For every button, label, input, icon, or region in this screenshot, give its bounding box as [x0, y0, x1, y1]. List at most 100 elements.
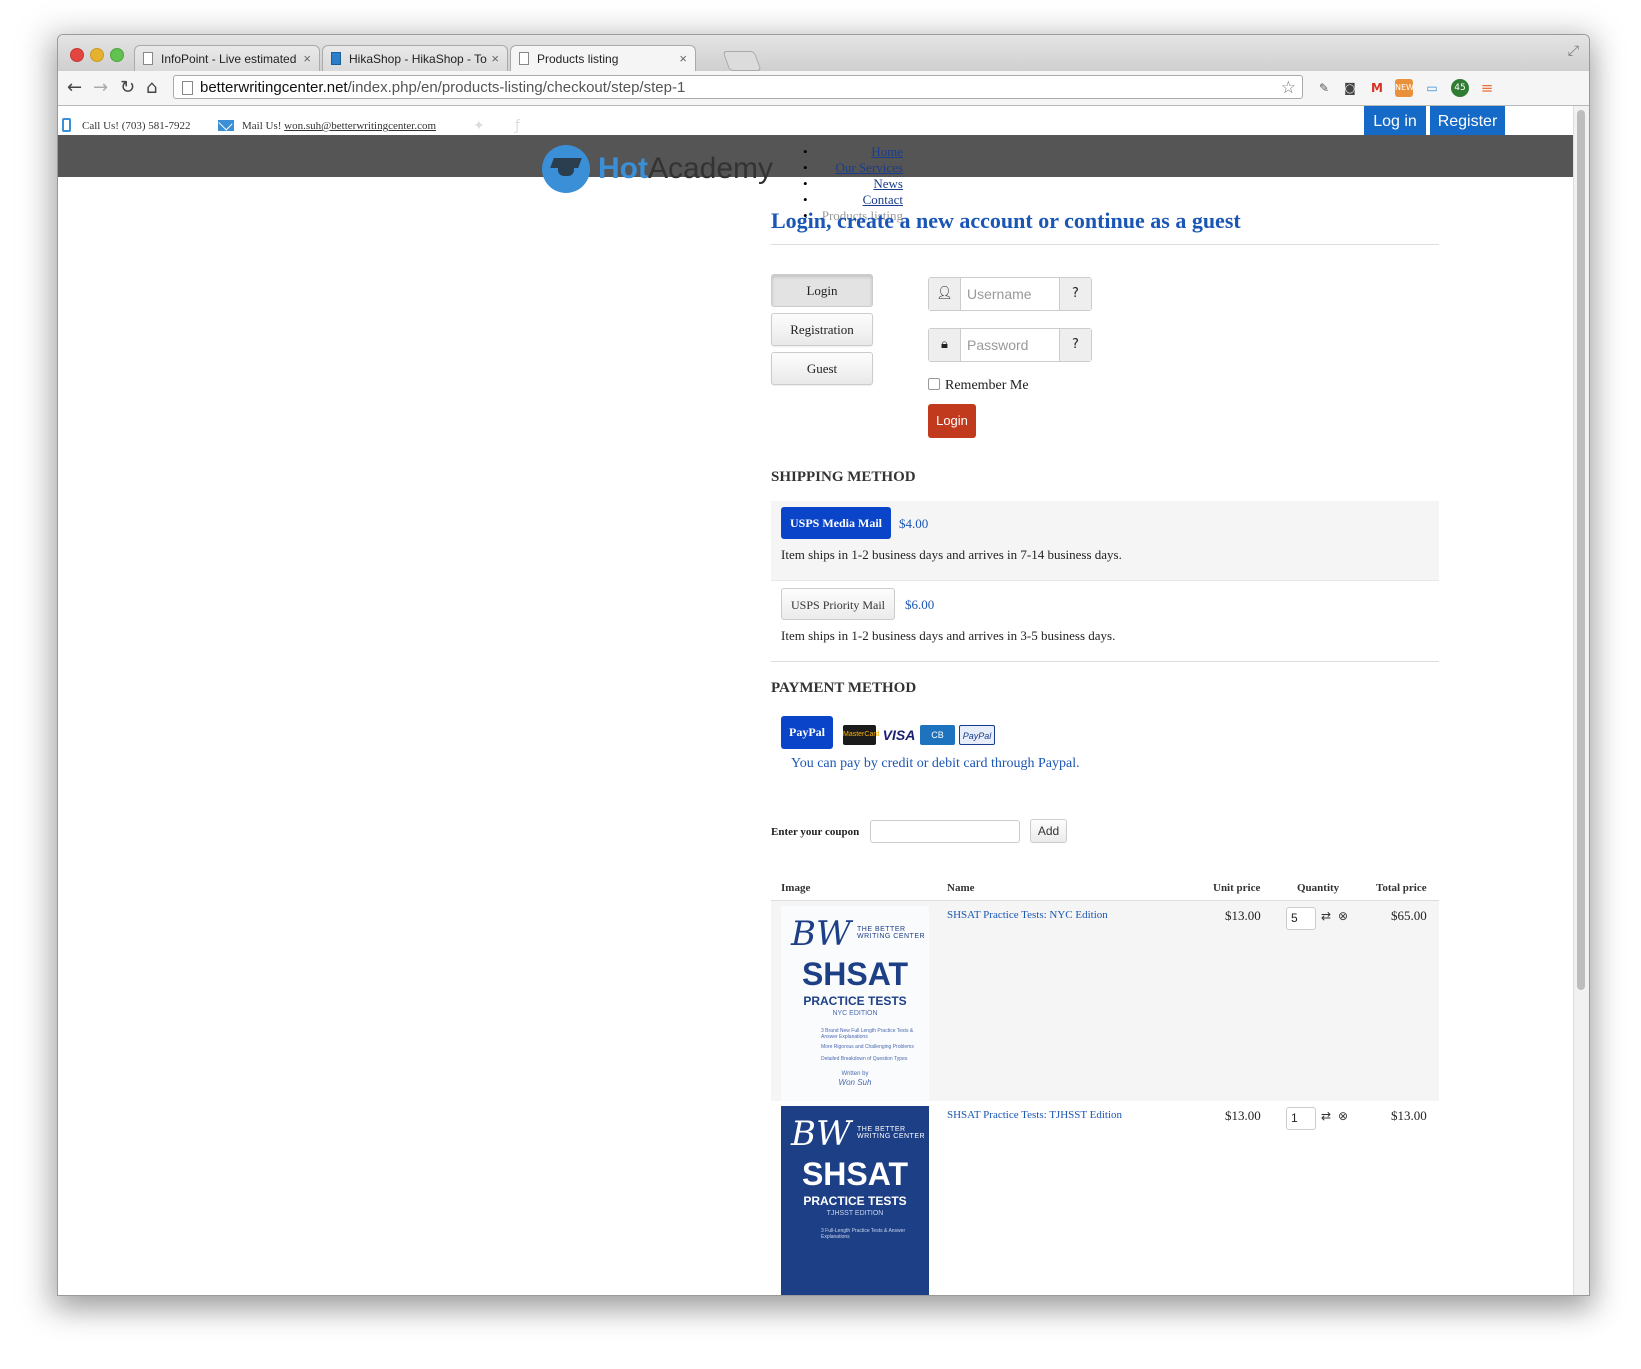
folder-extension-icon[interactable]: ▭ — [1423, 79, 1441, 97]
mail-link[interactable]: won.suh@betterwritingcenter.com — [284, 120, 436, 132]
coupon-input[interactable] — [870, 820, 1020, 843]
menu-icon[interactable]: ≡ — [1478, 79, 1496, 97]
fullscreen-icon[interactable]: ⤢ — [1568, 43, 1579, 59]
camera-extension-icon[interactable]: ◙ — [1341, 79, 1359, 97]
twitter-icon[interactable]: ✦ — [473, 118, 485, 134]
product-name-link[interactable]: SHSAT Practice Tests: TJHSST Edition — [947, 1109, 1122, 1121]
nav-item-news[interactable]: News — [873, 176, 903, 191]
remove-icon[interactable]: ⊗ — [1338, 909, 1348, 923]
column-header-quantity: Quantity — [1297, 882, 1340, 894]
cover-author: Won Suh — [838, 1078, 872, 1087]
close-icon[interactable]: × — [679, 46, 687, 72]
help-icon[interactable]: ? — [1059, 278, 1091, 310]
facebook-icon[interactable]: ƒ — [515, 118, 520, 134]
submit-login-button[interactable]: Login — [928, 404, 976, 438]
page-icon — [519, 52, 529, 65]
reload-icon[interactable]: ↻ — [120, 77, 135, 98]
password-field[interactable]: 🔒︎ Password ? — [928, 328, 1092, 362]
bookmark-star-icon[interactable]: ☆ — [1281, 76, 1296, 100]
site-logo[interactable]: HotAcademy — [598, 152, 773, 186]
cover-subtitle: PRACTICE TESTS — [803, 1194, 907, 1208]
remember-checkbox[interactable] — [928, 378, 940, 390]
coupon-label: Enter your coupon — [771, 826, 860, 838]
cover-title: SHSAT — [801, 956, 909, 992]
mail-icon — [218, 120, 234, 131]
remember-label: Remember Me — [945, 378, 1029, 393]
browser-tab[interactable]: HikaShop - HikaShop - To × — [322, 45, 508, 71]
home-icon[interactable]: ⌂ — [146, 77, 157, 98]
browser-toolbar: ← → ↻ ⌂ betterwritingcenter.net/index.ph… — [58, 71, 1589, 106]
username-field[interactable]: 👤︎ Username ? — [928, 277, 1092, 311]
unit-price: $13.00 — [1225, 1108, 1261, 1123]
nav-item-home[interactable]: Home — [871, 144, 903, 159]
close-icon[interactable]: × — [303, 46, 311, 71]
shipping-heading: SHIPPING METHOD — [771, 469, 916, 485]
username-placeholder: Username — [967, 286, 1032, 302]
close-icon[interactable]: × — [491, 46, 499, 71]
payment-select-button[interactable]: PayPal — [781, 716, 833, 749]
cover-bullet: 3 Brand New Full Length Practice Tests &… — [821, 1028, 914, 1040]
refresh-icon[interactable]: ⇄ — [1321, 909, 1331, 923]
scrollbar-thumb[interactable] — [1577, 110, 1585, 990]
close-window-button[interactable] — [70, 48, 84, 62]
remember-me[interactable]: Remember Me — [928, 378, 1029, 394]
cover-bullet: 3 Full-Length Practice Tests & Answer Ex… — [821, 1228, 906, 1240]
row-total: $13.00 — [1391, 1108, 1427, 1123]
news-extension-icon[interactable]: NEW — [1395, 79, 1414, 97]
tab-login[interactable]: Login — [771, 274, 873, 307]
back-icon[interactable]: ← — [67, 77, 82, 98]
phone-icon — [62, 118, 71, 132]
cover-brand: THE BETTER WRITING CENTER — [857, 1126, 926, 1140]
remove-icon[interactable]: ⊗ — [1338, 1109, 1348, 1123]
minimize-window-button[interactable] — [90, 48, 104, 62]
browser-tab-active[interactable]: Products listing × — [510, 45, 696, 72]
tab-registration[interactable]: Registration — [771, 313, 873, 346]
new-tab-button[interactable] — [722, 51, 762, 71]
user-icon: 👤︎ — [929, 278, 961, 310]
zoom-window-button[interactable] — [110, 48, 124, 62]
register-button[interactable]: Register — [1430, 106, 1505, 135]
cover-edition: TJHSST EDITION — [826, 1210, 884, 1217]
cover-title: SHSAT — [801, 1156, 909, 1192]
table-row: BW THE BETTER WRITING CENTER SHSAT PRACT… — [771, 901, 1439, 1101]
payment-description: You can pay by credit or debit card thro… — [791, 756, 1080, 771]
counter-extension-icon[interactable]: 45 — [1451, 79, 1469, 97]
forward-icon[interactable]: → — [93, 77, 108, 98]
cover-brand: THE BETTER WRITING CENTER — [857, 926, 926, 940]
gmail-extension-icon[interactable]: M — [1368, 79, 1386, 97]
address-bar[interactable]: betterwritingcenter.net/index.php/en/pro… — [173, 75, 1303, 99]
shipping-select-button[interactable]: USPS Priority Mail — [781, 588, 896, 620]
tab-guest[interactable]: Guest — [771, 352, 873, 385]
refresh-icon[interactable]: ⇄ — [1321, 1109, 1331, 1123]
column-header-image: Image — [781, 882, 811, 894]
product-name-link[interactable]: SHSAT Practice Tests: NYC Edition — [947, 909, 1108, 921]
cover-bullet: More Rigorous and Challenging Problems — [821, 1044, 914, 1050]
shipping-select-button[interactable]: USPS Media Mail — [781, 507, 891, 539]
help-icon[interactable]: ? — [1059, 329, 1091, 361]
call-text: Call Us! (703) 581-7922 — [82, 120, 191, 132]
column-header-total: Total price — [1376, 882, 1427, 894]
cb-card-icon: CB — [920, 725, 955, 745]
login-button[interactable]: Log in — [1364, 106, 1426, 135]
quantity-input[interactable]: 1 — [1286, 1107, 1316, 1130]
product-image[interactable]: BW THE BETTER WRITING CENTER SHSAT PRACT… — [781, 906, 929, 1101]
mastercard-icon: MasterCard — [843, 725, 880, 745]
logo-academy: Academy — [647, 152, 774, 185]
row-total: $65.00 — [1391, 908, 1427, 923]
product-image[interactable]: BW THE BETTER WRITING CENTER SHSAT PRACT… — [781, 1106, 929, 1295]
nav-item-contact[interactable]: Contact — [863, 192, 903, 207]
hikashop-icon — [331, 52, 341, 65]
cover-subtitle: PRACTICE TESTS — [803, 994, 907, 1008]
nav-item-services[interactable]: Our Services — [835, 160, 903, 175]
shipping-option: USPS Media Mail $4.00 Item ships in 1-2 … — [771, 501, 1439, 581]
url-host: betterwritingcenter.net — [200, 79, 348, 96]
quantity-input[interactable]: 5 — [1286, 907, 1316, 930]
page-icon — [182, 81, 193, 95]
url-path: /index.php/en/products-listing/checkout/… — [347, 79, 686, 96]
tab-title: HikaShop - HikaShop - To — [349, 52, 487, 66]
eyedropper-extension-icon[interactable]: ✎ — [1315, 79, 1333, 97]
page-scrollbar[interactable] — [1573, 106, 1589, 1295]
cover-bullet: Detailed Breakdown of Question Types — [821, 1056, 908, 1062]
coupon-add-button[interactable]: Add — [1030, 819, 1067, 843]
browser-tab[interactable]: InfoPoint - Live estimated × — [134, 45, 320, 71]
